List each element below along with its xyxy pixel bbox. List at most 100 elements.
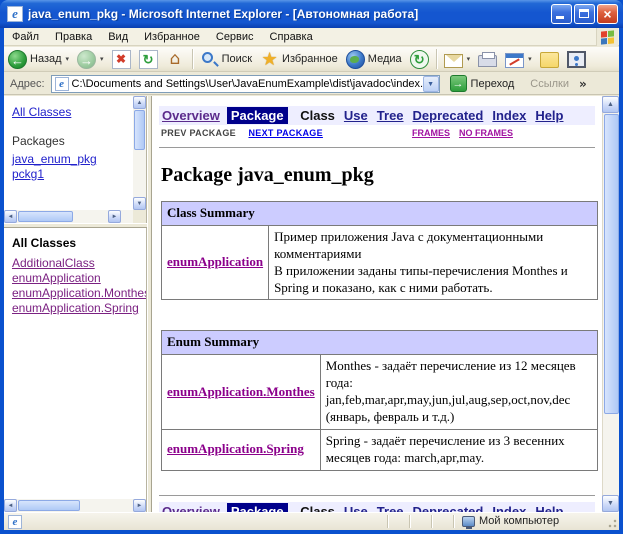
menu-edit[interactable]: Правка <box>47 29 100 45</box>
nav-deprecated-link[interactable]: Deprecated <box>413 108 484 123</box>
package-link-java-enum-pkg[interactable]: java_enum_pkg <box>12 152 133 166</box>
go-label: Переход <box>471 78 515 90</box>
scroll-down-icon[interactable]: ▼ <box>602 495 619 512</box>
nav-deprecated-link[interactable]: Deprecated <box>413 504 484 512</box>
maximize-button[interactable] <box>574 4 595 24</box>
address-dropdown-button[interactable]: ▼ <box>423 76 439 92</box>
javadoc-frame: OverviewPackage ClassUseTreeDeprecatedIn… <box>152 96 619 512</box>
window-title: java_enum_pkg - Microsoft Internet Explo… <box>28 7 418 21</box>
home-button[interactable]: ⌂ <box>162 48 189 71</box>
next-package-link[interactable]: NEXT PACKAGE <box>248 128 322 138</box>
resize-grip[interactable] <box>605 516 618 529</box>
forward-dropdown-icon[interactable]: ▾ <box>100 55 104 63</box>
toolbar-separator <box>436 49 437 69</box>
vscroll-thumb[interactable] <box>134 110 145 150</box>
stop-button[interactable]: ✖ <box>108 48 135 71</box>
history-icon: ↻ <box>410 50 429 69</box>
scroll-down-icon[interactable]: ▼ <box>133 197 146 210</box>
table-row: enumApplication.Spring Spring - задаёт п… <box>162 429 598 470</box>
toolbar-separator <box>192 49 193 69</box>
discuss-icon <box>540 52 559 68</box>
nav-tree-link[interactable]: Tree <box>377 504 404 512</box>
discuss-button[interactable] <box>536 48 563 71</box>
maximize-icon <box>579 9 589 18</box>
scroll-left-icon[interactable]: ◄ <box>4 210 17 223</box>
nav-index-link[interactable]: Index <box>492 504 526 512</box>
media-button[interactable]: Медиа <box>342 48 406 71</box>
enumapplication-spring-link[interactable]: enumApplication.Spring <box>167 441 304 456</box>
page-title: Package java_enum_pkg <box>161 164 595 187</box>
nav-tree-link[interactable]: Tree <box>377 108 404 123</box>
scroll-up-icon[interactable]: ▲ <box>133 96 146 109</box>
close-button[interactable]: × <box>597 4 618 24</box>
menu-favorites[interactable]: Избранное <box>136 29 208 45</box>
favorites-icon: ★ <box>260 50 279 69</box>
enum-monthes-description: Monthes - задаёт перечисление из 12 меся… <box>326 358 592 426</box>
class-link-additionalclass[interactable]: AdditionalClass <box>12 256 146 270</box>
vscroll-thumb[interactable] <box>604 114 619 414</box>
print-icon <box>478 55 497 67</box>
edit-dropdown-icon[interactable]: ▾ <box>528 55 532 63</box>
scroll-up-icon[interactable]: ▲ <box>602 96 619 113</box>
all-classes-link[interactable]: All Classes <box>12 105 71 119</box>
javadoc-navbar-bottom: OverviewPackage ClassUseTreeDeprecatedIn… <box>159 502 595 512</box>
all-classes-frame-hscrollbar[interactable] <box>4 499 146 512</box>
javadoc-navbar-top: OverviewPackage ClassUseTreeDeprecatedIn… <box>159 106 595 125</box>
back-icon: ← <box>8 50 27 69</box>
minimize-button[interactable] <box>551 4 572 24</box>
enum-summary-table: Enum Summary enumApplication.Monthes Mon… <box>161 330 598 470</box>
nav-help-link[interactable]: Help <box>535 504 563 512</box>
javadoc-frame-vscrollbar[interactable] <box>602 96 619 512</box>
windows-logo-icon <box>596 28 618 46</box>
history-button[interactable]: ↻ <box>406 48 433 71</box>
my-computer-label: Мой компьютер <box>479 515 559 527</box>
messenger-button[interactable] <box>563 48 590 71</box>
class-link-enumapplication[interactable]: enumApplication <box>12 271 146 285</box>
nav-help-link[interactable]: Help <box>535 108 563 123</box>
print-button[interactable] <box>474 48 501 71</box>
search-button[interactable]: Поиск <box>196 48 256 71</box>
back-label: Назад <box>30 53 62 65</box>
scroll-left-icon[interactable]: ◄ <box>4 499 17 512</box>
address-label: Адрес: <box>4 78 51 90</box>
nav-overview-link[interactable]: Overview <box>162 108 220 123</box>
package-link-pckg1[interactable]: pckg1 <box>12 167 133 181</box>
nav-index-link[interactable]: Index <box>492 108 526 123</box>
back-dropdown-icon[interactable]: ▾ <box>66 55 70 63</box>
favorites-button[interactable]: ★ Избранное <box>256 48 342 71</box>
browser-window: e java_enum_pkg - Microsoft Internet Exp… <box>0 0 623 534</box>
packages-frame-vscrollbar[interactable] <box>133 96 146 210</box>
frames-link[interactable]: FRAMES <box>412 128 450 138</box>
hscroll-thumb[interactable] <box>18 211 73 222</box>
menu-view[interactable]: Вид <box>100 29 136 45</box>
menu-file[interactable]: Файл <box>4 29 47 45</box>
status-page-icon: e <box>8 515 22 529</box>
go-button[interactable]: → Переход <box>446 74 519 93</box>
enumapplication-monthes-link[interactable]: enumApplication.Monthes <box>167 384 315 399</box>
nav-use-link[interactable]: Use <box>344 504 368 512</box>
nav-overview-link[interactable]: Overview <box>162 504 220 512</box>
nav-use-link[interactable]: Use <box>344 108 368 123</box>
minimize-icon <box>556 16 564 19</box>
menu-help[interactable]: Справка <box>262 29 321 45</box>
edit-button[interactable]: ▾ <box>501 48 536 71</box>
menu-tools[interactable]: Сервис <box>208 29 262 45</box>
enum-summary-header: Enum Summary <box>162 331 598 355</box>
links-chevron-icon[interactable]: » <box>579 78 587 90</box>
my-computer-icon <box>462 516 475 527</box>
back-button[interactable]: ← Назад ▾ <box>4 48 73 71</box>
enumapplication-link[interactable]: enumApplication <box>167 254 263 269</box>
forward-button[interactable]: → ▾ <box>73 48 108 71</box>
scroll-right-icon[interactable]: ► <box>133 499 146 512</box>
class-link-enumapplication-spring[interactable]: enumApplication.Spring <box>12 301 146 315</box>
mail-button[interactable]: ▾ <box>440 48 475 71</box>
refresh-button[interactable]: ↻ <box>135 48 162 71</box>
no-frames-link[interactable]: NO FRAMES <box>459 128 513 138</box>
table-row: enumApplication.Monthes Monthes - задаёт… <box>162 355 598 430</box>
links-label[interactable]: Ссылки <box>530 78 569 90</box>
mail-dropdown-icon[interactable]: ▾ <box>467 55 471 63</box>
address-input[interactable] <box>72 77 423 91</box>
class-link-enumapplication-monthes[interactable]: enumApplication.Monthes <box>12 286 146 300</box>
scroll-right-icon[interactable]: ► <box>108 210 121 223</box>
hscroll-thumb[interactable] <box>18 500 80 511</box>
